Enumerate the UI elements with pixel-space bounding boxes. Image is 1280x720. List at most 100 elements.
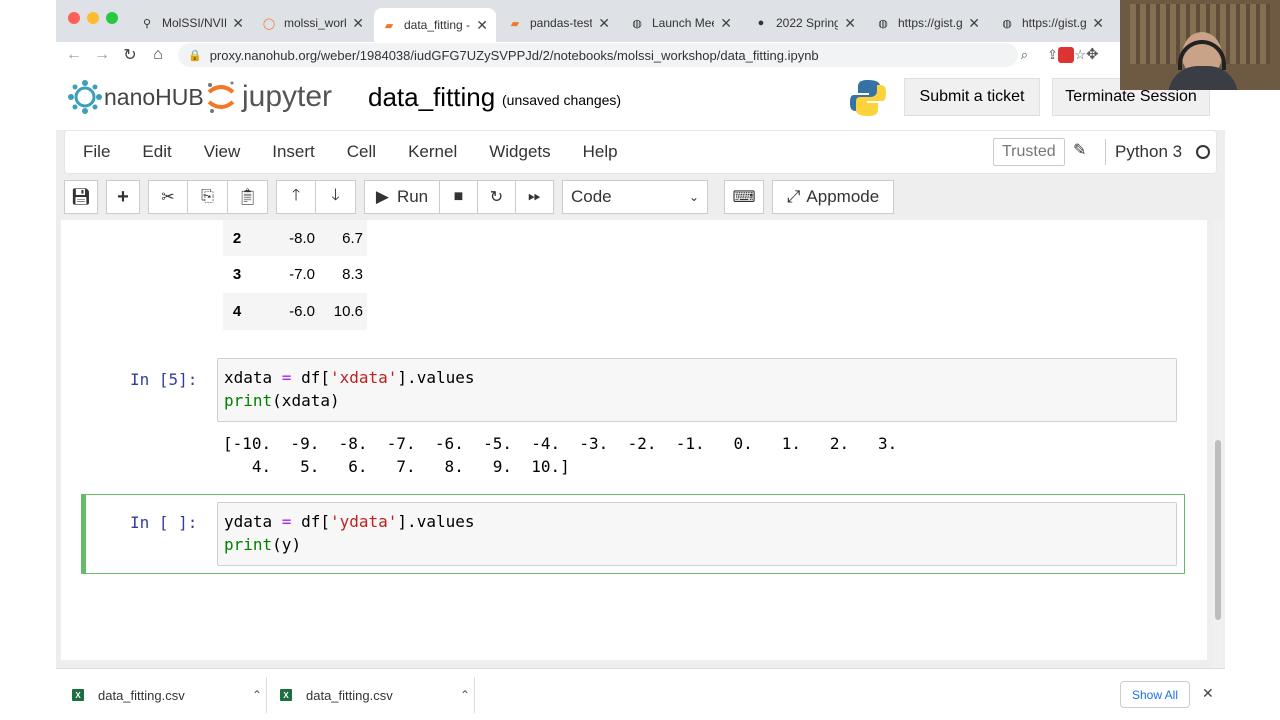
copy-icon[interactable]: ⎘ (188, 180, 228, 214)
notebook-toolbar: 💾︎ + ✂ ⎘ 📋︎ 🡑 🡓 ▶ Run ■ ↻ ⏩︎ Code ⌄ ⌨ ⤢ App… (64, 176, 1217, 218)
menu-cell[interactable]: Cell (331, 142, 392, 162)
cell-prompt: In [5]: (130, 370, 198, 389)
home-icon[interactable]: ⌂ (144, 46, 172, 64)
close-tab-icon[interactable]: ✕ (352, 15, 364, 32)
add-cell-icon[interactable]: + (106, 180, 140, 214)
move-up-icon[interactable]: 🡑 (276, 180, 316, 214)
close-tab-icon[interactable]: ✕ (720, 15, 732, 32)
kernel-idle-icon (1196, 145, 1210, 159)
github-icon: ⚲ (142, 17, 152, 30)
menu-help[interactable]: Help (567, 142, 634, 162)
excel-file-icon: X (72, 689, 84, 701)
cell-type-select[interactable]: Code ⌄ (562, 180, 708, 214)
menu-edit[interactable]: Edit (126, 142, 187, 162)
appmode-button[interactable]: ⤢ Appmode (772, 180, 894, 214)
chevron-up-icon[interactable]: ⌃ (460, 688, 470, 702)
extension-icon[interactable] (1058, 47, 1074, 63)
divider (266, 677, 267, 713)
close-downloads-icon[interactable]: ✕ (1202, 685, 1214, 702)
jupyter-icon: ◯ (262, 17, 276, 30)
kernel-name: Python 3 (1115, 142, 1183, 161)
menu-widgets[interactable]: Widgets (473, 142, 566, 162)
browser-window: ⚲ MolSSI/NVIDIA ✕ ◯ molssi_works ✕ ▰ dat… (56, 0, 1225, 720)
webcam-overlay (1120, 0, 1280, 90)
maximize-window-icon[interactable] (106, 12, 118, 24)
downloads-bar: X data_fitting.csv ⌃ X data_fitting.csv … (56, 668, 1225, 720)
menu-divider (1105, 139, 1106, 165)
code-cell-input[interactable]: xdata = df['xdata'].values print(xdata) (217, 358, 1177, 422)
tab-gist-2[interactable]: ◍ https://gist.g ✕ (992, 8, 1112, 38)
chevron-down-icon: ⌄ (688, 190, 699, 204)
chevron-up-icon[interactable]: ⌃ (252, 688, 262, 702)
minimize-window-icon[interactable] (87, 12, 99, 24)
move-down-icon[interactable]: 🡓 (316, 180, 356, 214)
divider (474, 677, 475, 713)
extensions-puzzle-icon[interactable]: ✥ (1086, 45, 1099, 63)
download-item[interactable]: X data_fitting.csv ⌃ (72, 669, 262, 720)
close-tab-icon[interactable]: ✕ (598, 15, 610, 32)
menu-kernel[interactable]: Kernel (392, 142, 473, 162)
menu-file[interactable]: File (65, 142, 126, 162)
python-logo-icon (850, 80, 886, 116)
close-tab-icon[interactable]: ✕ (232, 15, 244, 32)
notebook-title[interactable]: data_fitting (368, 82, 495, 113)
download-item[interactable]: X data_fitting.csv ⌃ (280, 669, 470, 720)
paste-icon[interactable]: 📋︎ (228, 180, 268, 214)
dataframe-table: 2 -8.0 6.7 3 -7.0 8.3 4 -6.0 10.6 (223, 220, 367, 330)
close-tab-icon[interactable]: ✕ (844, 15, 856, 32)
expand-arrows-icon: ⤢ (786, 187, 801, 206)
close-tab-icon[interactable]: ✕ (476, 17, 488, 34)
tab-2022-spring[interactable]: ● 2022 Spring ✕ (746, 8, 864, 38)
code-cell-input[interactable]: ydata = df['ydata'].values print(y) (217, 502, 1177, 566)
trusted-indicator[interactable]: Trusted (993, 138, 1065, 166)
notebook-icon: ▰ (384, 19, 394, 32)
run-button[interactable]: ▶ Run (364, 180, 440, 214)
url-field[interactable]: 🔒 proxy.nanohub.org/weber/1984038/iudGFG… (178, 43, 1086, 67)
play-icon: ▶ (375, 187, 389, 206)
bookmark-star-icon[interactable]: ☆ (1074, 47, 1086, 63)
edit-pencil-icon[interactable]: ✎ (1073, 140, 1086, 160)
close-tab-icon[interactable]: ✕ (1092, 15, 1104, 32)
save-icon[interactable]: 💾︎ (64, 180, 98, 214)
table-row: 3 -7.0 8.3 (232, 266, 363, 283)
lock-icon: 🔒 (188, 49, 202, 62)
save-status: (unsaved changes) (502, 92, 622, 108)
submit-ticket-button[interactable]: Submit a ticket (904, 78, 1040, 116)
zoom-icon[interactable]: ⌕ (1021, 47, 1028, 63)
share-icon[interactable]: ⇪ (1047, 47, 1058, 63)
address-bar: ← → ↻ ⌂ 🔒 proxy.nanohub.org/weber/198403… (56, 42, 1225, 68)
fast-forward-icon[interactable]: ⏩︎ (516, 180, 554, 214)
notebook-header: nanoHUB jupyter data_fitting (unsaved ch… (56, 68, 1225, 130)
scrollbar-thumb[interactable] (1215, 440, 1221, 620)
notebook-content: 2 -8.0 6.7 3 -7.0 8.3 4 -6.0 10.6 In [5]… (61, 220, 1207, 660)
back-icon[interactable]: ← (60, 46, 88, 64)
notebook-icon: ▰ (510, 17, 520, 30)
globe-icon: ◍ (1002, 17, 1012, 30)
keyboard-icon[interactable]: ⌨ (724, 180, 764, 214)
tab-launch-meet[interactable]: ◍ Launch Meet ✕ (622, 8, 740, 38)
nanohub-logo[interactable]: nanoHUB (68, 80, 204, 114)
tab-data-fitting[interactable]: ▰ data_fitting - ✕ (374, 8, 496, 42)
jupyter-logo[interactable]: jupyter (206, 80, 332, 114)
close-window-icon[interactable] (68, 12, 80, 24)
reload-icon[interactable]: ↻ (116, 45, 144, 65)
cut-icon[interactable]: ✂ (148, 180, 188, 214)
table-row: 4 -6.0 10.6 (223, 293, 367, 330)
close-tab-icon[interactable]: ✕ (968, 15, 980, 32)
forward-icon[interactable]: → (88, 46, 116, 64)
cell-output: [-10. -9. -8. -7. -6. -5. -4. -3. -2. -1… (223, 434, 898, 476)
tab-gist-1[interactable]: ◍ https://gist.g ✕ (868, 8, 988, 38)
menu-insert[interactable]: Insert (256, 142, 331, 162)
tab-molssi-nvidia[interactable]: ⚲ MolSSI/NVIDIA ✕ (132, 8, 252, 38)
jupyter-icon (207, 81, 235, 113)
tab-molssi-works[interactable]: ◯ molssi_works ✕ (254, 8, 372, 38)
restart-icon[interactable]: ↻ (478, 180, 516, 214)
page-scrollbar[interactable] (1213, 220, 1223, 668)
globe-icon: ◍ (632, 17, 642, 30)
cell-prompt: In [ ]: (130, 513, 198, 532)
tab-pandas-test[interactable]: ▰ pandas-test ✕ (500, 8, 618, 38)
stop-icon[interactable]: ■ (440, 180, 478, 214)
menu-view[interactable]: View (188, 142, 257, 162)
globe-icon: ◍ (878, 17, 888, 30)
show-all-button[interactable]: Show All (1120, 681, 1190, 708)
